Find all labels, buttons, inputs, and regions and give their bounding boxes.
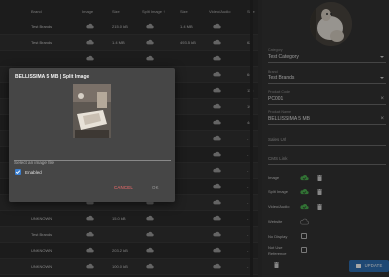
enabled-checkbox[interactable] (15, 169, 21, 175)
enabled-label: Enabled (25, 169, 42, 175)
image-file-field[interactable] (14, 158, 171, 167)
image-file-input[interactable] (14, 151, 171, 167)
ok-button[interactable]: OK (152, 185, 159, 190)
split-image-preview (73, 84, 111, 138)
dialog-title: BELLISSIMA 5 MB | Split Image (15, 74, 90, 80)
cancel-button[interactable]: CANCEL (114, 185, 133, 190)
split-image-dialog: BELLISSIMA 5 MB | Split Image Enabled CA… (9, 68, 175, 202)
